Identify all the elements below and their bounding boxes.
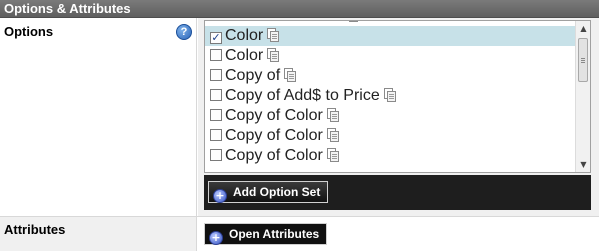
options-row: Options ? dddddd text field✓ColorColorCo… [0, 18, 599, 216]
option-set-item-label: dddddd text field [225, 21, 342, 24]
help-icon[interactable]: ? [176, 24, 192, 40]
document-copy-icon[interactable] [346, 20, 359, 22]
grip-line [581, 60, 585, 61]
attributes-value-cell: + Open Attributes [198, 217, 599, 251]
document-copy-icon[interactable] [326, 128, 339, 142]
option-set-item[interactable]: Color [205, 46, 577, 66]
section-title: Options & Attributes [4, 1, 131, 16]
checkbox[interactable] [210, 109, 222, 121]
add-option-set-label: Add Option Set [233, 185, 321, 199]
document-copy-icon[interactable] [326, 108, 339, 122]
plus-circle-icon: + [209, 231, 223, 245]
options-label-cell: Options ? [0, 18, 197, 216]
option-set-item[interactable]: Copy of Add$ to Price [205, 86, 577, 106]
option-set-item-label: Copy of Color [225, 107, 323, 124]
grip-line [581, 58, 585, 59]
document-copy-icon[interactable] [284, 68, 297, 82]
option-set-item-label: Color [225, 47, 264, 64]
option-set-item[interactable]: ✓ Color [205, 26, 577, 46]
open-attributes-button[interactable]: + Open Attributes [204, 223, 328, 245]
option-set-item-label: Copy of Add$ to Price [225, 87, 380, 104]
grip-line [581, 62, 585, 63]
document-copy-icon[interactable] [326, 148, 339, 162]
checkbox[interactable] [210, 49, 222, 61]
scroll-up-arrow-icon[interactable]: ▲ [576, 21, 590, 36]
options-label: Options [4, 24, 54, 39]
option-actions-bar: + Add Option Set [204, 175, 591, 210]
checkbox[interactable] [210, 89, 222, 101]
listbox-scrollbar[interactable]: ▲ ▼ [575, 21, 590, 172]
checkbox[interactable] [210, 20, 222, 21]
checkbox[interactable] [210, 129, 222, 141]
option-set-item-label: Color [225, 27, 264, 44]
option-set-item[interactable]: Copy of Color [205, 106, 577, 126]
document-copy-icon[interactable] [267, 28, 280, 42]
plus-circle-icon: + [213, 189, 227, 203]
add-option-set-button[interactable]: + Add Option Set [208, 181, 329, 203]
checkbox[interactable] [210, 149, 222, 161]
document-copy-icon[interactable] [267, 48, 280, 62]
options-value-cell: dddddd text field✓ColorColorCopy ofCopy … [198, 18, 599, 216]
option-set-item-label: Copy of Color [225, 127, 323, 144]
scrollbar-thumb[interactable] [578, 38, 588, 82]
checkbox[interactable] [210, 69, 222, 81]
option-set-item-label: Copy of Color [225, 147, 323, 164]
option-set-item[interactable]: Copy of [205, 66, 577, 86]
section-header: Options & Attributes [0, 0, 599, 18]
option-set-item-label: Copy of [225, 67, 281, 84]
attributes-label: Attributes [4, 222, 66, 237]
open-attributes-label: Open Attributes [229, 227, 320, 241]
document-copy-icon[interactable] [383, 88, 396, 102]
scroll-down-arrow-icon[interactable]: ▼ [576, 157, 590, 172]
checkbox-checked[interactable]: ✓ [210, 32, 222, 44]
attributes-label-cell: Attributes [0, 217, 197, 251]
option-set-item[interactable]: Copy of Color [205, 126, 577, 146]
attributes-row: Attributes + Open Attributes [0, 217, 599, 251]
option-set-listbox[interactable]: dddddd text field✓ColorColorCopy ofCopy … [204, 20, 591, 173]
option-set-list: dddddd text field✓ColorColorCopy ofCopy … [205, 20, 577, 166]
option-set-item[interactable]: Copy of Color [205, 146, 577, 166]
